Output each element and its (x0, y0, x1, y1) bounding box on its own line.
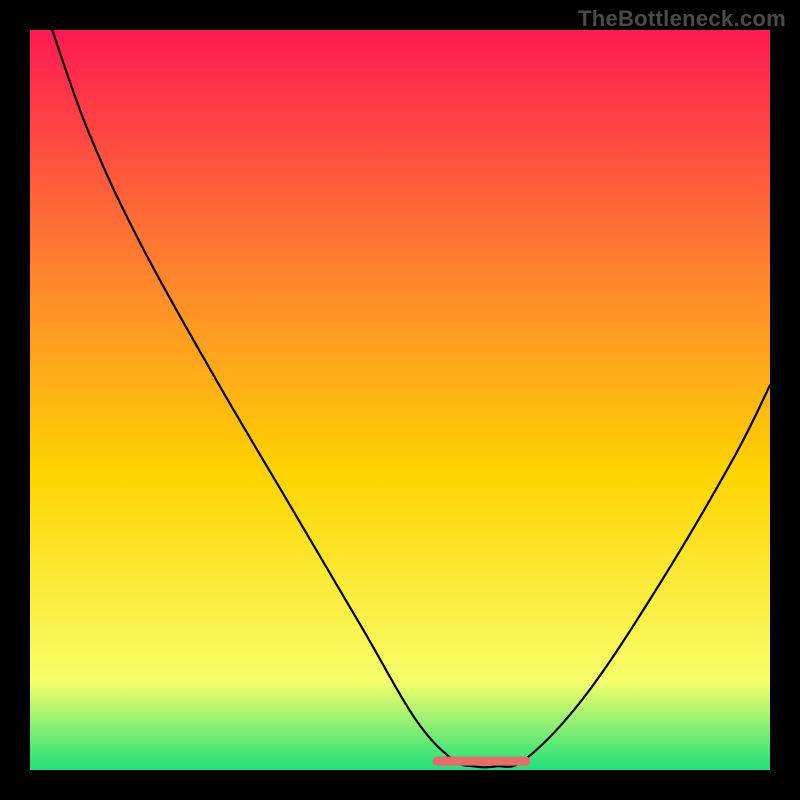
watermark-text: TheBottleneck.com (578, 6, 786, 32)
chart-frame: TheBottleneck.com (0, 0, 800, 800)
curve-layer (30, 30, 770, 770)
bottleneck-curve (52, 30, 770, 767)
plot-area (30, 30, 770, 770)
